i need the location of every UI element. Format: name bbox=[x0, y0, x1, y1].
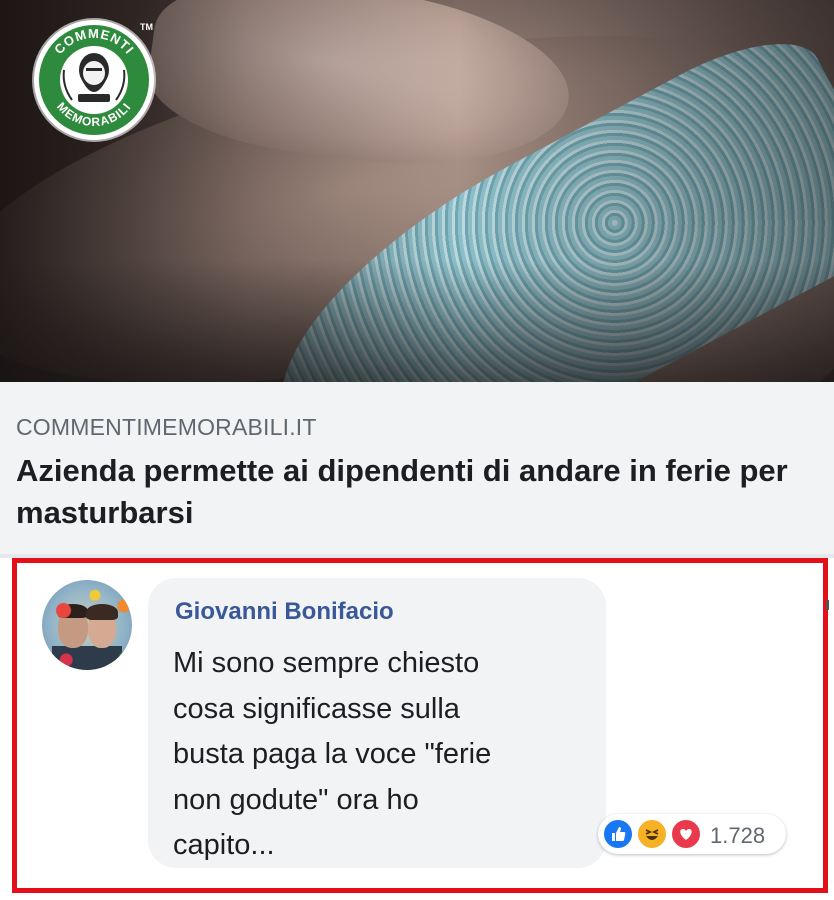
comment-line: Mi sono sempre chiesto bbox=[173, 647, 480, 679]
link-domain: COMMENTIMEMORABILI.IT bbox=[16, 414, 317, 440]
trademark-mark: TM bbox=[140, 22, 153, 32]
comment-line: capito... bbox=[173, 829, 275, 861]
reaction-count: 1.728 bbox=[710, 823, 766, 848]
link-preview-image[interactable]: COMMENTI MEMORABILI TM bbox=[0, 0, 834, 382]
edge-marker bbox=[826, 600, 829, 610]
reactions-summary[interactable]: 1.728 bbox=[598, 814, 786, 854]
comment-line: busta paga la voce "ferie bbox=[173, 738, 492, 770]
comment-line: non godute" ora ho bbox=[173, 783, 419, 816]
love-icon bbox=[670, 818, 702, 850]
link-title[interactable]: Azienda permette ai dipendenti di andare… bbox=[16, 450, 816, 534]
link-preview-caption[interactable]: COMMENTIMEMORABILI.IT Azienda permette a… bbox=[0, 382, 834, 554]
comment-line: cosa significasse sulla bbox=[173, 692, 460, 725]
comment-author[interactable]: Giovanni Bonifacio bbox=[175, 598, 394, 626]
site-logo: COMMENTI MEMORABILI bbox=[34, 20, 154, 140]
avatar[interactable] bbox=[42, 580, 132, 670]
comment-text: Mi sono sempre chiesto cosa significasse… bbox=[173, 641, 593, 869]
like-icon bbox=[602, 818, 634, 850]
haha-icon bbox=[636, 818, 668, 850]
facebook-post-screenshot: COMMENTI MEMORABILI TM COMMENTIMEMORABIL… bbox=[0, 0, 834, 900]
